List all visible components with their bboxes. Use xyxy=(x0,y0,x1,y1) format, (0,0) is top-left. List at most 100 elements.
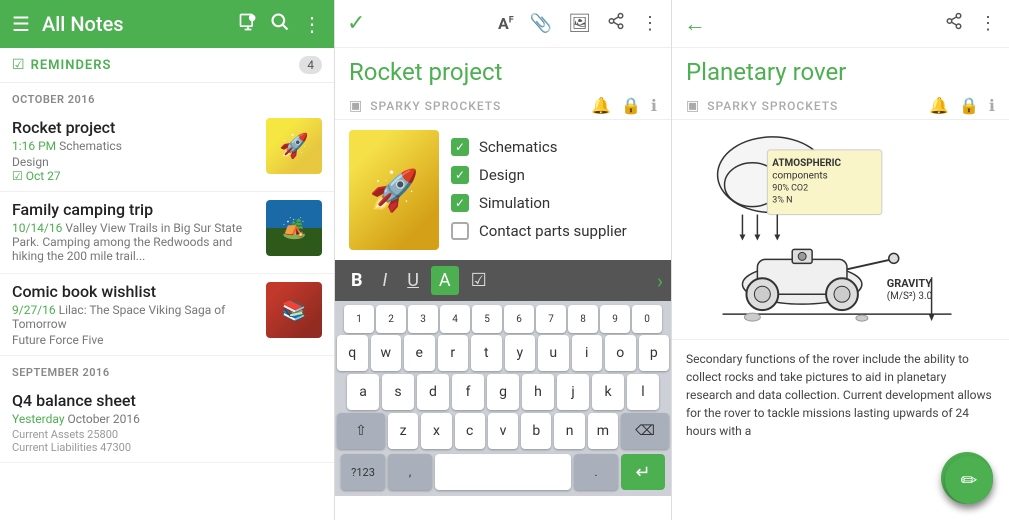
key-1[interactable]: 1 xyxy=(344,305,374,333)
key-e[interactable]: e xyxy=(404,335,435,371)
key-g[interactable]: g xyxy=(487,374,519,410)
key-t[interactable]: t xyxy=(471,335,502,371)
toolbar-arrow[interactable]: › xyxy=(657,269,663,293)
checkbox-schematics[interactable]: ✓ xyxy=(451,138,469,156)
rover-alarm-icon[interactable]: 🔔 xyxy=(929,96,949,115)
key-w[interactable]: w xyxy=(371,335,402,371)
key-3[interactable]: 3 xyxy=(408,305,438,333)
compose-icon[interactable] xyxy=(238,12,258,37)
highlight-button[interactable]: A xyxy=(431,266,459,295)
search-icon[interactable] xyxy=(270,12,290,37)
key-0[interactable]: 0 xyxy=(632,305,662,333)
reminder-icon: ☑ xyxy=(12,57,25,73)
key-n[interactable]: n xyxy=(554,413,584,449)
key-6[interactable]: 6 xyxy=(504,305,534,333)
note-item-rocket[interactable]: Rocket project 1:16 PM Schematics Design… xyxy=(0,110,334,192)
section-september: SEPTEMBER 2016 xyxy=(0,356,334,383)
note-item-q4[interactable]: Q4 balance sheet Yesterday October 2016 … xyxy=(0,383,334,463)
key-k[interactable]: k xyxy=(592,374,624,410)
share-icon[interactable] xyxy=(607,12,625,35)
note-item-comic[interactable]: Comic book wishlist 9/27/16 Lilac: The S… xyxy=(0,274,334,356)
lock-icon[interactable]: 🔒 xyxy=(621,96,641,115)
confirm-icon[interactable]: ✓ xyxy=(347,11,365,36)
key-x[interactable]: x xyxy=(421,413,451,449)
reminders-label: REMINDERS xyxy=(31,58,300,73)
notes-topbar: ☰ All Notes ⋮ xyxy=(0,0,334,48)
note-item-camping[interactable]: Family camping trip 10/14/16 Valley View… xyxy=(0,192,334,274)
key-a[interactable]: a xyxy=(347,374,379,410)
key-b[interactable]: b xyxy=(521,413,551,449)
key-r[interactable]: r xyxy=(438,335,469,371)
rover-more-icon[interactable]: ⋮ xyxy=(979,13,997,34)
reminders-badge: 4 xyxy=(299,56,322,74)
rover-nb-name: SPARKY SPROCKETS xyxy=(707,99,921,113)
comma-key[interactable]: , xyxy=(388,454,432,490)
key-v[interactable]: v xyxy=(488,413,518,449)
key-f[interactable]: f xyxy=(452,374,484,410)
q4-line2: Current Liabilities 47300 xyxy=(12,441,322,454)
key-j[interactable]: j xyxy=(557,374,589,410)
key-i[interactable]: i xyxy=(572,335,603,371)
space-key[interactable] xyxy=(435,454,571,490)
svg-text:components: components xyxy=(772,171,827,182)
panel-all-notes: ☰ All Notes ⋮ ☑ REMINDERS 4 OCTOBER 2016… xyxy=(0,0,335,520)
image-icon[interactable]: 🖼 xyxy=(568,13,591,34)
task-button[interactable]: ☑ xyxy=(463,266,495,295)
key-5[interactable]: 5 xyxy=(472,305,502,333)
note-extra-rocket: ☑ Oct 27 xyxy=(12,169,212,183)
key-4[interactable]: 4 xyxy=(440,305,470,333)
check-item-contact[interactable]: Contact parts supplier xyxy=(451,222,627,240)
bold-button[interactable]: B xyxy=(343,266,371,295)
rocket-title-row: Rocket project xyxy=(335,48,671,92)
sym-key[interactable]: ?123 xyxy=(341,454,385,490)
key-q[interactable]: q xyxy=(337,335,368,371)
key-l[interactable]: l xyxy=(627,374,659,410)
check-item-design[interactable]: ✓ Design xyxy=(451,166,627,184)
check-item-simulation[interactable]: ✓ Simulation xyxy=(451,194,627,212)
italic-button[interactable]: I xyxy=(375,266,396,295)
key-h[interactable]: h xyxy=(522,374,554,410)
delete-key[interactable]: ⌫ xyxy=(621,413,669,449)
enter-key[interactable]: ↵ xyxy=(621,454,665,490)
rover-lock-icon[interactable]: 🔒 xyxy=(959,96,979,115)
key-8[interactable]: 8 xyxy=(568,305,598,333)
rover-edit-fab[interactable]: ✏ xyxy=(945,456,993,504)
menu-icon[interactable]: ☰ xyxy=(12,12,30,36)
rover-info-icon[interactable]: ℹ xyxy=(989,96,995,115)
key-y[interactable]: y xyxy=(505,335,536,371)
key-9[interactable]: 9 xyxy=(600,305,630,333)
rover-svg: ATMOSPHERIC components 90% CO2 3% N xyxy=(672,120,1009,339)
key-s[interactable]: s xyxy=(382,374,414,410)
key-p[interactable]: p xyxy=(639,335,670,371)
key-m[interactable]: m xyxy=(588,413,618,449)
underline-button[interactable]: U xyxy=(399,266,427,295)
period-key[interactable]: . xyxy=(574,454,618,490)
notebook-name: SPARKY SPROCKETS xyxy=(370,99,583,113)
back-icon[interactable]: ← xyxy=(684,11,706,37)
checkbox-simulation[interactable]: ✓ xyxy=(451,194,469,212)
attach-icon[interactable]: 📎 xyxy=(530,13,552,34)
key-2[interactable]: 2 xyxy=(376,305,406,333)
text-format-icon[interactable]: AF xyxy=(498,14,514,33)
key-z[interactable]: z xyxy=(388,413,418,449)
key-u[interactable]: u xyxy=(538,335,569,371)
asdf-row: a s d f g h j k l xyxy=(337,374,669,410)
rocket-project-title: Rocket project xyxy=(349,58,657,86)
key-c[interactable]: c xyxy=(455,413,485,449)
alarm-icon[interactable]: 🔔 xyxy=(591,96,611,115)
reminders-bar[interactable]: ☑ REMINDERS 4 xyxy=(0,48,334,83)
number-row: 1 2 3 4 5 6 7 8 9 0 xyxy=(337,305,669,333)
zxcv-row: ⇧ z x c v b n m ⌫ xyxy=(337,413,669,449)
key-o[interactable]: o xyxy=(605,335,636,371)
more-icon[interactable]: ⋮ xyxy=(302,12,322,36)
note-meta-rocket: 1:16 PM Schematics xyxy=(12,139,258,153)
checkbox-contact[interactable] xyxy=(451,222,469,240)
check-item-schematics[interactable]: ✓ Schematics xyxy=(451,138,627,156)
rover-share-icon[interactable] xyxy=(945,12,963,35)
more-options-icon[interactable]: ⋮ xyxy=(641,13,659,34)
info-icon[interactable]: ℹ xyxy=(651,96,657,115)
checkbox-design[interactable]: ✓ xyxy=(451,166,469,184)
key-d[interactable]: d xyxy=(417,374,449,410)
key-7[interactable]: 7 xyxy=(536,305,566,333)
shift-key[interactable]: ⇧ xyxy=(337,413,385,449)
